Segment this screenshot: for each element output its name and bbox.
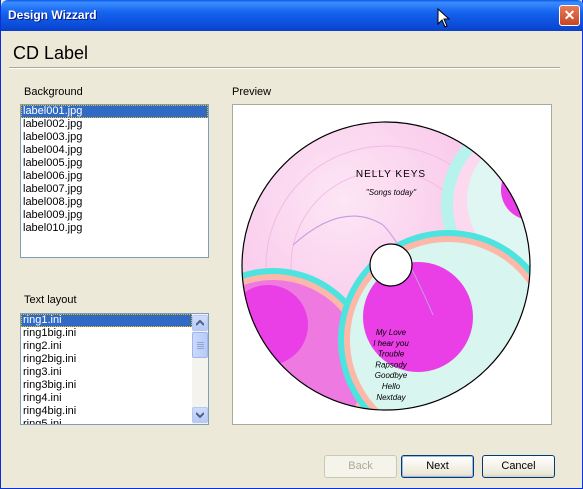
background-list-item[interactable]: label002.jpg — [21, 118, 208, 131]
wizard-header: CD Label — [1, 31, 582, 68]
text-layout-list-item[interactable]: ring3big.ini — [21, 379, 192, 392]
cd-label-preview: NELLY KEYS "Songs today" My Love I hear y… — [241, 121, 531, 411]
text-layout-scrollbar[interactable] — [192, 314, 208, 424]
text-layout-list-item[interactable]: ring5.ini — [21, 418, 192, 424]
background-list-item[interactable]: label004.jpg — [21, 144, 208, 157]
preview-pane: NELLY KEYS "Songs today" My Love I hear y… — [232, 104, 552, 425]
cd-track-text: Trouble — [378, 350, 405, 359]
cd-track-text: Goodbye — [375, 371, 408, 380]
text-layout-list-item[interactable]: ring2big.ini — [21, 353, 192, 366]
cd-center-hole — [369, 243, 413, 287]
back-button[interactable]: Back — [324, 455, 397, 478]
cd-track-text: I hear you — [373, 339, 409, 348]
text-layout-list-item[interactable]: ring3.ini — [21, 366, 192, 379]
cd-track-text: Hello — [382, 382, 401, 391]
cd-track-text: My Love — [376, 328, 407, 337]
text-layout-label: Text layout — [24, 294, 77, 306]
mouse-pointer-icon — [437, 8, 451, 28]
preview-label: Preview — [232, 86, 272, 98]
text-layout-items: ring1.ini ring1big.ini ring2.ini ring2big.i… — [21, 314, 208, 424]
scroll-down-button[interactable] — [192, 407, 208, 423]
scroll-up-button[interactable] — [192, 315, 208, 331]
background-list-item[interactable]: label008.jpg — [21, 196, 208, 209]
scroll-up-arrow-icon — [195, 319, 205, 326]
text-layout-list-item[interactable]: ring4.ini — [21, 392, 192, 405]
text-layout-list-item[interactable]: ring1big.ini — [21, 327, 192, 340]
next-button[interactable]: Next — [401, 455, 474, 478]
scroll-down-arrow-icon — [195, 412, 205, 419]
background-listbox[interactable]: label001.jpg label002.jpg label003.jpg labe… — [20, 104, 209, 258]
text-layout-listbox[interactable]: ring1.ini ring1big.ini ring2.ini ring2big.i… — [20, 313, 209, 425]
background-list-item[interactable]: label006.jpg — [21, 170, 208, 183]
cd-track-text: Nextday — [376, 393, 406, 402]
cd-track-text: Rapsody — [375, 360, 408, 369]
window-title: Design Wizzard — [8, 8, 97, 22]
background-label: Background — [24, 86, 83, 98]
scroll-thumb[interactable] — [192, 332, 208, 358]
title-bar[interactable]: Design Wizzard ✕ — [1, 0, 583, 31]
close-icon: ✕ — [563, 7, 576, 23]
text-layout-list-item[interactable]: ring2.ini — [21, 340, 192, 353]
background-list-item[interactable]: label007.jpg — [21, 183, 208, 196]
background-list-item[interactable]: label005.jpg — [21, 157, 208, 170]
design-wizard-window: Design Wizzard ✕ CD Label Background lab… — [0, 0, 583, 489]
background-list-item[interactable]: label001.jpg — [21, 105, 208, 118]
cd-artist-text: NELLY KEYS — [356, 169, 426, 180]
header-divider — [9, 67, 560, 69]
cancel-button[interactable]: Cancel — [482, 455, 555, 478]
cd-album-text: "Songs today" — [366, 188, 417, 197]
background-list-item[interactable]: label009.jpg — [21, 209, 208, 222]
page-title: CD Label — [13, 43, 89, 63]
background-list-item[interactable]: label010.jpg — [21, 222, 208, 235]
close-button[interactable]: ✕ — [559, 5, 580, 26]
background-list-item[interactable]: label003.jpg — [21, 131, 208, 144]
text-layout-list-item[interactable]: ring1.ini — [21, 314, 192, 327]
text-layout-list-item[interactable]: ring4big.ini — [21, 405, 192, 418]
